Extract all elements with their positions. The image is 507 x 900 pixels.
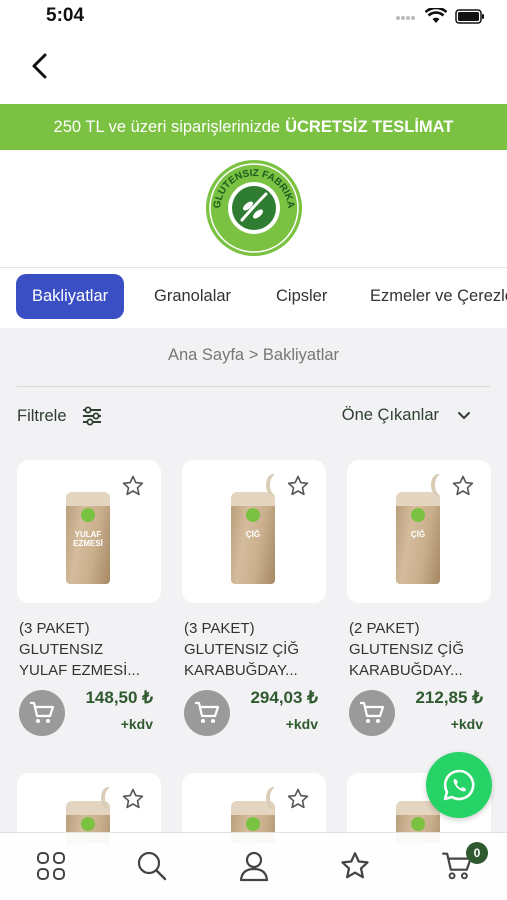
- add-to-cart-button[interactable]: [19, 690, 65, 736]
- tax-label: +kdv: [450, 716, 483, 732]
- promo-text: 250 TL ve üzeri siparişlerinizde: [53, 117, 281, 136]
- product-name-line: KARABUĞDAY...: [184, 662, 298, 679]
- cart-icon: [195, 701, 220, 723]
- product-name[interactable]: (3 PAKET) GLUTENSIZ ÇİĞ KARABUĞDAY...: [184, 618, 324, 681]
- logo-area: GLUTENSIZ FABRIKA: [0, 150, 507, 268]
- back-button[interactable]: [22, 48, 58, 84]
- product-name-line: (3 PAKET): [184, 620, 255, 637]
- product-image[interactable]: ÇİĞ: [347, 460, 491, 603]
- brand-logo[interactable]: GLUTENSIZ FABRIKA: [204, 158, 304, 258]
- bag-label: YULAF EZMESİ: [73, 530, 103, 548]
- product-bag-image: ÇİĞ: [231, 492, 275, 584]
- product-name-line: GLUTENSIZ: [19, 641, 104, 658]
- divider: [17, 386, 490, 387]
- favorite-star-icon[interactable]: [121, 474, 145, 498]
- tax-label: +kdv: [285, 716, 318, 732]
- chevron-down-icon: [458, 411, 470, 419]
- product-name[interactable]: (3 PAKET) GLUTENSIZ YULAF EZMESİ...: [19, 618, 159, 681]
- product-bag-image: ÇİĞ: [396, 492, 440, 584]
- category-tabs: Bakliyatlar Granolalar Cipsler Ezmeler v…: [0, 268, 507, 328]
- product-image[interactable]: ÇİĞ: [182, 460, 326, 603]
- product-price: 148,50 ₺: [85, 688, 153, 707]
- cart-icon: [360, 701, 385, 723]
- moon-decoration: [105, 787, 119, 809]
- user-icon: [239, 851, 269, 882]
- tab-ezmeler[interactable]: Ezmeler ve Çerezler: [354, 274, 507, 319]
- free-shipping-banner: 250 TL ve üzeri siparişlerinizde ÜCRETSİ…: [0, 104, 507, 150]
- product-price: 212,85 ₺: [415, 688, 483, 707]
- promo-bold-text: ÜCRETSİZ TESLİMAT: [285, 117, 454, 136]
- search-icon: [137, 851, 167, 881]
- product-bag-image: YULAF EZMESİ: [66, 492, 110, 584]
- status-icons: [395, 6, 485, 29]
- tab-granolalar[interactable]: Granolalar: [138, 274, 247, 319]
- tab-cipsler[interactable]: Cipsler: [260, 274, 343, 319]
- moon-decoration: [435, 474, 449, 496]
- filter-sliders-icon: [82, 406, 101, 426]
- breadcrumb: Ana Sayfa > Bakliyatlar: [0, 346, 507, 365]
- product-name-line: YULAF EZMESİ...: [19, 662, 140, 679]
- product-price: 294,03 ₺: [250, 688, 318, 707]
- back-arrow-icon: [32, 53, 47, 79]
- nav-categories[interactable]: [34, 849, 68, 883]
- bottom-navigation: [0, 832, 507, 900]
- cart-icon: [30, 701, 55, 723]
- nav-account[interactable]: [237, 849, 271, 883]
- whatsapp-button[interactable]: [426, 752, 492, 818]
- add-to-cart-button[interactable]: [349, 690, 395, 736]
- product-name[interactable]: (2 PAKET) GLUTENSIZ ÇİĞ KARABUĞDAY...: [349, 618, 489, 681]
- wifi-icon: [424, 6, 448, 29]
- product-name-line: KARABUĞDAY...: [349, 662, 463, 679]
- favorite-star-icon[interactable]: [451, 474, 475, 498]
- star-icon: [341, 852, 369, 879]
- breadcrumb-separator: >: [248, 346, 259, 364]
- nav-favorites[interactable]: [338, 849, 372, 883]
- breadcrumb-home[interactable]: Ana Sayfa: [168, 346, 244, 364]
- product-name-line: (2 PAKET): [349, 620, 420, 637]
- battery-icon: [455, 8, 485, 29]
- top-bar: [0, 34, 507, 104]
- grid-icon: [37, 852, 65, 880]
- favorite-star-icon[interactable]: [286, 787, 310, 811]
- nav-search[interactable]: [135, 849, 169, 883]
- bag-label: ÇİĞ: [410, 530, 426, 539]
- product-name-line: GLUTENSIZ ÇİĞ: [349, 641, 465, 658]
- moon-decoration: [270, 787, 284, 809]
- whatsapp-icon: [443, 769, 475, 801]
- moon-decoration: [270, 474, 284, 496]
- product-name-line: GLUTENSIZ ÇİĞ: [184, 641, 300, 658]
- add-to-cart-button[interactable]: [184, 690, 230, 736]
- tax-label: +kdv: [120, 716, 153, 732]
- product-name-line: (3 PAKET): [19, 620, 90, 637]
- filter-label: Filtrele: [17, 406, 67, 425]
- breadcrumb-current: Bakliyatlar: [262, 346, 340, 364]
- cart-count-badge: 0: [466, 842, 488, 864]
- product-image[interactable]: YULAF EZMESİ: [17, 460, 161, 603]
- status-time: 5:04: [46, 5, 85, 26]
- favorite-star-icon[interactable]: [286, 474, 310, 498]
- status-bar: 5:04: [0, 0, 507, 34]
- filter-button[interactable]: Filtrele: [17, 406, 103, 426]
- signal-icon: [395, 10, 417, 28]
- sort-dropdown[interactable]: Öne Çıkanlar: [342, 406, 471, 425]
- tab-bakliyatlar[interactable]: Bakliyatlar: [16, 274, 125, 319]
- bag-label: ÇİĞ: [245, 530, 261, 539]
- sort-label: Öne Çıkanlar: [341, 406, 439, 424]
- favorite-star-icon[interactable]: [121, 787, 145, 811]
